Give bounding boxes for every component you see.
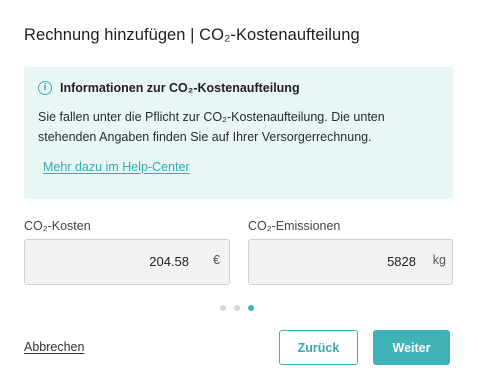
cancel-link[interactable]: Abbrechen <box>24 340 84 354</box>
back-button[interactable]: Zurück <box>279 330 358 365</box>
dialog-title: Rechnung hinzufügen | CO₂-Kostenaufteilu… <box>24 26 360 44</box>
info-text: Sie fallen unter die Pflicht zur CO₂-Kos… <box>38 110 385 144</box>
co2-costs-value: 204.58 <box>149 254 189 269</box>
step-indicator <box>220 305 254 311</box>
currency-unit: € <box>213 253 220 267</box>
info-box: i Informationen zur CO₂-Kostenaufteilung… <box>24 67 453 199</box>
info-icon: i <box>38 81 52 95</box>
co2-emissions-label: CO₂-Emissionen <box>248 219 341 233</box>
step-dot-3-active <box>248 305 254 311</box>
info-header: i Informationen zur CO₂-Kostenaufteilung <box>38 81 300 95</box>
co2-costs-input[interactable]: 204.58 € <box>24 239 230 285</box>
co2-emissions-value: 5828 <box>387 254 416 269</box>
help-center-link[interactable]: Mehr dazu im Help-Center <box>43 160 190 174</box>
step-dot-2 <box>234 305 240 311</box>
step-dot-1 <box>220 305 226 311</box>
info-title: Informationen zur CO₂-Kostenaufteilung <box>60 81 300 95</box>
co2-costs-label: CO₂-Kosten <box>24 219 91 233</box>
weight-unit: kg <box>432 253 446 267</box>
next-button[interactable]: Weiter <box>373 330 450 365</box>
co2-emissions-input[interactable]: 5828 kg <box>248 239 453 285</box>
